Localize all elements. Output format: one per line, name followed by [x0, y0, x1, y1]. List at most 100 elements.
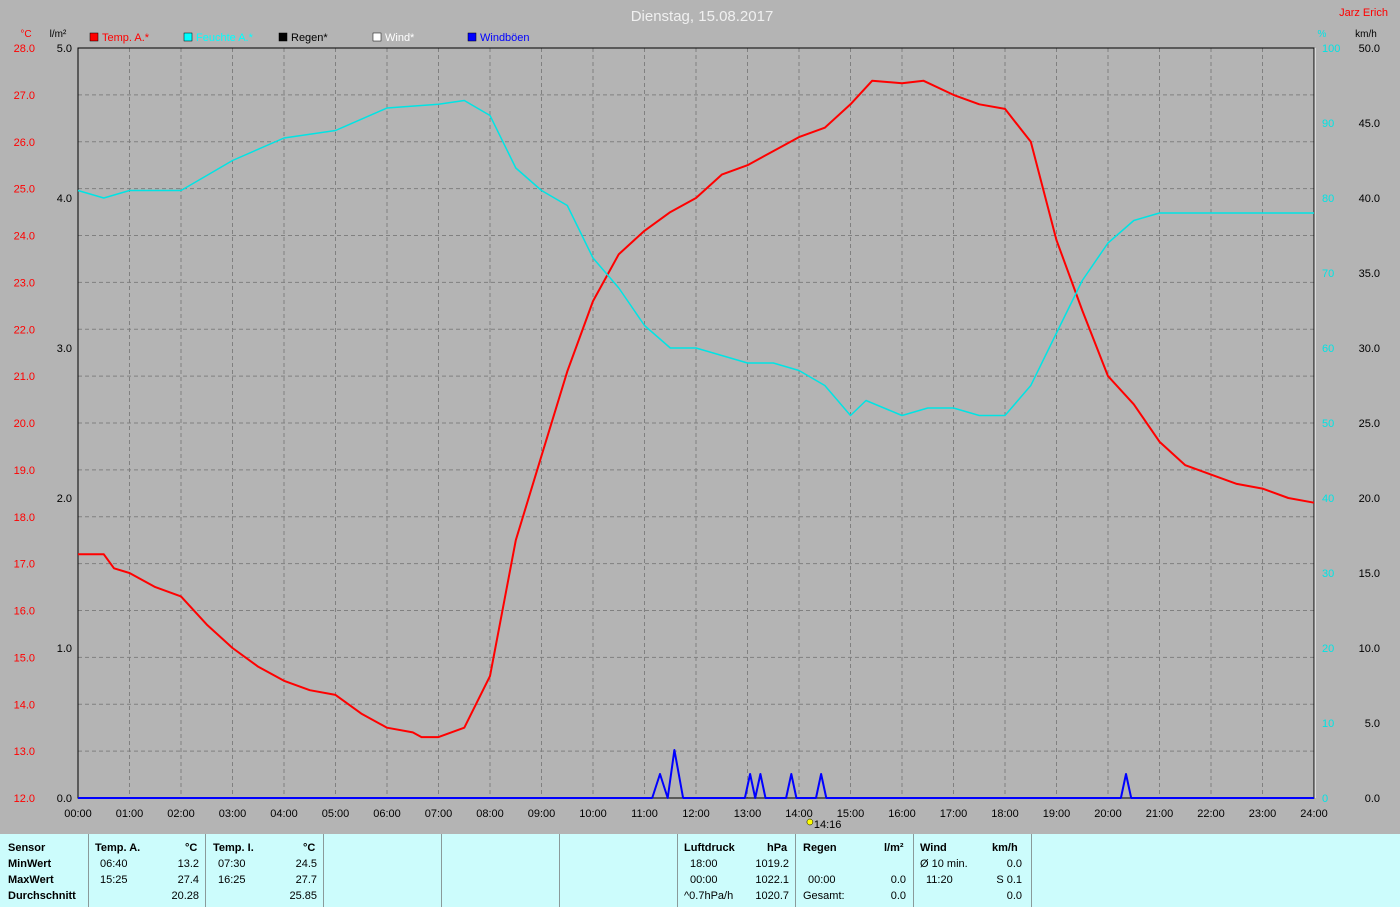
x-tick-label: 01:00 [116, 808, 144, 820]
pressure-header: Luftdruck [684, 842, 735, 854]
x-tick-label: 08:00 [476, 808, 504, 820]
pressure-max-time: 00:00 [690, 874, 718, 886]
x-tick-label: 21:00 [1146, 808, 1174, 820]
x-tick-label: 23:00 [1249, 808, 1277, 820]
table-divider [441, 834, 442, 907]
statistics-table: Sensor MinWert MaxWert Durchschnitt Temp… [0, 834, 1400, 907]
temp-tick-label: 22.0 [14, 324, 35, 336]
rain-unit-label: l/m² [50, 29, 67, 40]
rain-tick-label: 4.0 [57, 193, 72, 205]
table-divider [677, 834, 678, 907]
sensor-header: Sensor [8, 842, 46, 854]
legend-label: Temp. A.* [102, 32, 150, 44]
humidity-unit-label: % [1318, 29, 1327, 40]
x-tick-label: 00:00 [64, 808, 92, 820]
wind-max-value: S 0.1 [996, 874, 1022, 886]
wind-tick-label: 5.0 [1365, 718, 1380, 730]
x-tick-label: 18:00 [991, 808, 1019, 820]
wind-avg-value: 0.0 [1006, 858, 1022, 870]
sun-marker-icon [806, 818, 814, 826]
legend-swatch [183, 32, 193, 42]
temp-tick-label: 12.0 [14, 793, 35, 805]
tempA-min-time: 06:40 [100, 858, 128, 870]
x-tick-label: 06:00 [373, 808, 401, 820]
wind-tick-label: 15.0 [1359, 568, 1380, 580]
tempI-avg-value: 25.85 [289, 890, 317, 902]
tempA-unit: °C [185, 842, 198, 854]
wind-tick-label: 0.0 [1365, 793, 1380, 805]
humidity-tick-label: 20 [1322, 643, 1334, 655]
pressure-unit: hPa [767, 842, 788, 854]
x-tick-label: 04:00 [270, 808, 298, 820]
pressure-avg-value: 1020.7 [755, 890, 789, 902]
wind-unit-label: km/h [1355, 29, 1377, 40]
legend-label: Wind* [385, 32, 415, 44]
x-tick-label: 20:00 [1094, 808, 1122, 820]
wind-tick-label: 30.0 [1359, 343, 1380, 355]
legend-swatch [278, 32, 288, 42]
wind-unit: km/h [992, 842, 1018, 854]
humidity-tick-label: 50 [1322, 418, 1334, 430]
temp-tick-label: 25.0 [14, 184, 35, 196]
rain-tick-label: 3.0 [57, 343, 72, 355]
temp-tick-label: 14.0 [14, 699, 35, 711]
legend-label: Windböen [480, 32, 530, 44]
x-tick-label: 10:00 [579, 808, 607, 820]
rain-tick-label: 5.0 [57, 43, 72, 55]
table-divider [323, 834, 324, 907]
wind-avg-label: Ø 10 min. [920, 858, 968, 870]
temp-tick-label: 18.0 [14, 512, 35, 524]
temp-tick-label: 16.0 [14, 606, 35, 618]
humidity-tick-label: 0 [1322, 793, 1328, 805]
tempA-max-value: 27.4 [177, 874, 199, 886]
table-divider [795, 834, 796, 907]
rain-tick-label: 2.0 [57, 493, 72, 505]
chart-title: Dienstag, 15.08.2017 [631, 8, 774, 25]
x-tick-label: 14:00 [785, 808, 813, 820]
tempI-min-time: 07:30 [218, 858, 246, 870]
legend-label: Regen* [291, 32, 328, 44]
wind-tick-label: 45.0 [1359, 118, 1380, 130]
pressure-min-time: 18:00 [690, 858, 718, 870]
tempA-header: Temp. A. [95, 842, 141, 854]
wind-tick-label: 35.0 [1359, 268, 1380, 280]
pressure-max-value: 1022.1 [755, 874, 789, 886]
humidity-tick-label: 60 [1322, 343, 1334, 355]
table-divider [88, 834, 89, 907]
temp-tick-label: 26.0 [14, 137, 35, 149]
legend-label: Feuchte A.* [196, 32, 254, 44]
author-label: Jarz Erich [1339, 7, 1388, 19]
x-tick-label: 17:00 [940, 808, 968, 820]
x-tick-label: 12:00 [682, 808, 710, 820]
table-divider [1031, 834, 1032, 907]
tempI-max-time: 16:25 [218, 874, 246, 886]
humidity-tick-label: 90 [1322, 118, 1334, 130]
temp-tick-label: 28.0 [14, 43, 35, 55]
table-divider [559, 834, 560, 907]
legend-swatch [467, 32, 477, 42]
x-tick-label: 13:00 [734, 808, 762, 820]
wind-max-time: 11:20 [926, 874, 953, 886]
rain-max-time: 00:00 [808, 874, 836, 886]
rain-tick-label: 1.0 [57, 643, 72, 655]
row-label-min: MinWert [8, 858, 52, 870]
temp-tick-label: 24.0 [14, 231, 35, 243]
temp-unit-label: °C [20, 29, 31, 40]
table-divider [913, 834, 914, 907]
rain-total-value: 0.0 [890, 890, 906, 902]
pressure-min-value: 1019.2 [755, 858, 789, 870]
temp-tick-label: 19.0 [14, 465, 35, 477]
x-tick-label: 03:00 [219, 808, 247, 820]
temp-tick-label: 15.0 [14, 652, 35, 664]
humidity-tick-label: 10 [1322, 718, 1334, 730]
humidity-tick-label: 80 [1322, 193, 1334, 205]
temp-tick-label: 13.0 [14, 746, 35, 758]
wind-header: Wind [920, 842, 947, 854]
x-tick-label: 22:00 [1197, 808, 1225, 820]
wind-tick-label: 40.0 [1359, 193, 1380, 205]
x-tick-label: 05:00 [322, 808, 350, 820]
temp-tick-label: 17.0 [14, 559, 35, 571]
tempA-avg-value: 20.28 [171, 890, 199, 902]
rain-total-label: Gesamt: [803, 890, 845, 902]
tempI-unit: °C [303, 842, 316, 854]
